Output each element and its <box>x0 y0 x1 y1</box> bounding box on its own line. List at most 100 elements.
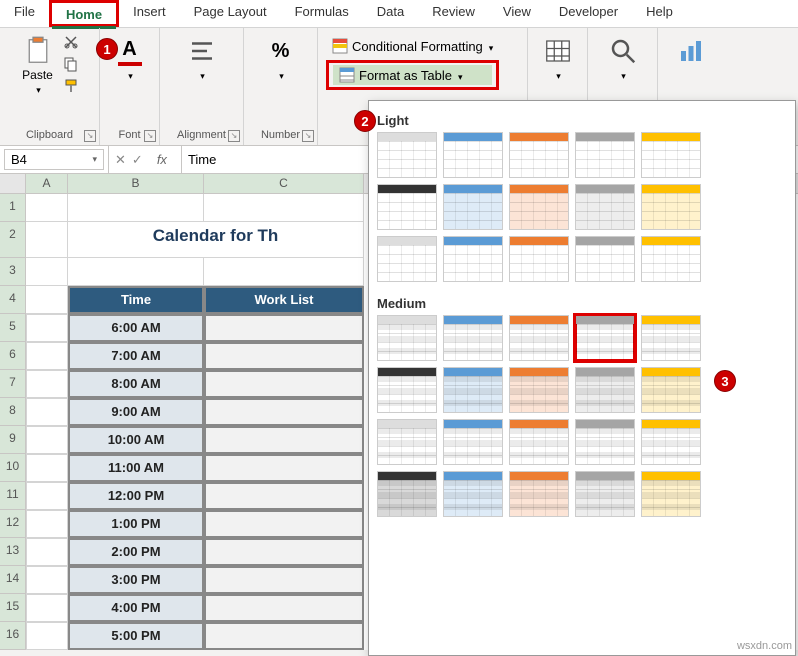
row-header[interactable]: 15 <box>0 594 26 622</box>
cell[interactable] <box>26 622 68 650</box>
table-style-light-b3[interactable] <box>509 236 569 282</box>
cell[interactable] <box>26 398 68 426</box>
row-header[interactable]: 16 <box>0 622 26 650</box>
cell[interactable] <box>26 370 68 398</box>
row-header[interactable]: 9 <box>0 426 26 454</box>
row-header[interactable]: 14 <box>0 566 26 594</box>
cell[interactable] <box>68 194 204 222</box>
alignment-button[interactable] <box>183 32 221 86</box>
cell[interactable] <box>26 426 68 454</box>
table-style-medium-19[interactable] <box>575 471 635 517</box>
cells-button[interactable] <box>539 32 577 86</box>
paste-button[interactable]: Paste <box>18 32 57 100</box>
row-header[interactable]: 13 <box>0 538 26 566</box>
tab-developer[interactable]: Developer <box>545 0 632 27</box>
table-style-light-yellow[interactable] <box>641 132 701 178</box>
row-header[interactable]: 8 <box>0 398 26 426</box>
table-style-light-b1[interactable] <box>377 236 437 282</box>
tab-page-layout[interactable]: Page Layout <box>180 0 281 27</box>
table-style-medium-3[interactable] <box>509 315 569 361</box>
cell[interactable] <box>26 594 68 622</box>
calendar-title[interactable]: Calendar for Th <box>68 222 364 258</box>
time-cell[interactable]: 5:00 PM <box>68 622 204 650</box>
time-cell[interactable]: 7:00 AM <box>68 342 204 370</box>
row-header[interactable]: 2 <box>0 222 26 258</box>
font-dialog-launcher[interactable]: ↘ <box>144 130 156 142</box>
conditional-formatting-button[interactable]: Conditional Formatting <box>326 36 499 56</box>
table-style-medium-18[interactable] <box>509 471 569 517</box>
table-style-light-none[interactable] <box>377 132 437 178</box>
col-header-b[interactable]: B <box>68 174 204 193</box>
cell[interactable] <box>26 314 68 342</box>
fx-icon[interactable]: fx <box>149 152 175 167</box>
table-style-light-gray[interactable] <box>575 132 635 178</box>
table-style-medium-12[interactable] <box>443 419 503 465</box>
table-style-light-b4[interactable] <box>575 236 635 282</box>
name-box[interactable]: B4 ▾ <box>4 149 104 170</box>
table-style-light-orange[interactable] <box>509 132 569 178</box>
tab-help[interactable]: Help <box>632 0 687 27</box>
header-work[interactable]: Work List <box>204 286 364 314</box>
cell[interactable] <box>26 258 68 286</box>
row-header[interactable]: 1 <box>0 194 26 222</box>
cell[interactable] <box>26 510 68 538</box>
number-format-button[interactable]: % <box>262 32 300 86</box>
number-dialog-launcher[interactable]: ↘ <box>302 130 314 142</box>
time-cell[interactable]: 3:00 PM <box>68 566 204 594</box>
table-style-medium-1[interactable] <box>377 315 437 361</box>
table-style-medium-10[interactable] <box>641 367 701 413</box>
editing-button[interactable] <box>604 32 642 86</box>
time-cell[interactable]: 9:00 AM <box>68 398 204 426</box>
header-time[interactable]: Time <box>68 286 204 314</box>
cell[interactable] <box>26 342 68 370</box>
table-style-medium-9[interactable] <box>575 367 635 413</box>
cell[interactable] <box>68 258 204 286</box>
table-style-medium-17[interactable] <box>443 471 503 517</box>
table-style-light-blue2[interactable] <box>443 184 503 230</box>
time-cell[interactable]: 6:00 AM <box>68 314 204 342</box>
cell[interactable] <box>26 538 68 566</box>
tab-formulas[interactable]: Formulas <box>281 0 363 27</box>
table-style-light-b2[interactable] <box>443 236 503 282</box>
time-cell[interactable]: 2:00 PM <box>68 538 204 566</box>
time-cell[interactable]: 8:00 AM <box>68 370 204 398</box>
table-style-light-blue[interactable] <box>443 132 503 178</box>
cell[interactable] <box>26 194 68 222</box>
analyze-button[interactable] <box>672 32 710 72</box>
select-all-corner[interactable] <box>0 174 26 193</box>
table-style-medium-8[interactable] <box>509 367 569 413</box>
table-style-medium-16[interactable] <box>377 471 437 517</box>
col-header-c[interactable]: C <box>204 174 364 193</box>
tab-home[interactable]: Home <box>52 3 116 29</box>
copy-button[interactable] <box>61 54 81 74</box>
work-cell[interactable] <box>204 370 364 398</box>
table-style-medium-11[interactable] <box>377 419 437 465</box>
table-style-light-gray2[interactable] <box>575 184 635 230</box>
cell[interactable] <box>26 222 68 258</box>
row-header[interactable]: 7 <box>0 370 26 398</box>
work-cell[interactable] <box>204 426 364 454</box>
work-cell[interactable] <box>204 482 364 510</box>
time-cell[interactable]: 12:00 PM <box>68 482 204 510</box>
alignment-dialog-launcher[interactable]: ↘ <box>228 130 240 142</box>
table-style-medium-7[interactable] <box>443 367 503 413</box>
table-style-light-b5[interactable] <box>641 236 701 282</box>
work-cell[interactable] <box>204 454 364 482</box>
work-cell[interactable] <box>204 314 364 342</box>
tab-file[interactable]: File <box>0 0 49 27</box>
tab-review[interactable]: Review <box>418 0 489 27</box>
clipboard-dialog-launcher[interactable]: ↘ <box>84 130 96 142</box>
table-style-medium-4-selected[interactable] <box>575 315 635 361</box>
cell[interactable] <box>26 454 68 482</box>
cell[interactable] <box>204 258 364 286</box>
cancel-formula-button[interactable]: ✕ <box>115 152 126 168</box>
format-as-table-button[interactable]: Format as Table <box>333 65 492 85</box>
row-header[interactable]: 6 <box>0 342 26 370</box>
table-style-medium-5[interactable] <box>641 315 701 361</box>
work-cell[interactable] <box>204 342 364 370</box>
table-style-light-yellow2[interactable] <box>641 184 701 230</box>
tab-data[interactable]: Data <box>363 0 418 27</box>
work-cell[interactable] <box>204 510 364 538</box>
row-header[interactable]: 11 <box>0 482 26 510</box>
cut-button[interactable] <box>61 32 81 52</box>
